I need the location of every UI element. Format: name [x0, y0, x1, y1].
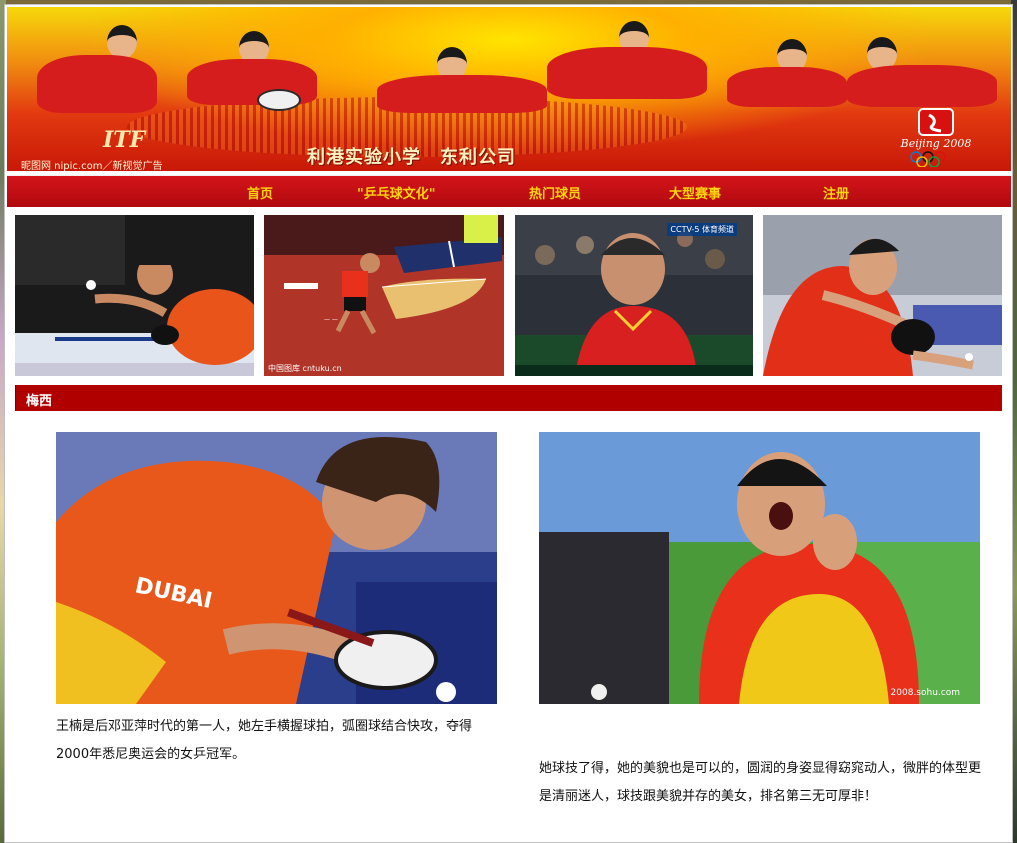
banner-caption: 利港实验小学 东利公司 — [307, 147, 516, 168]
banner-player-head — [107, 25, 137, 59]
banner-player — [727, 67, 847, 107]
thumbnail-coach[interactable]: CCTV-5 体育频道 — [515, 215, 753, 376]
thumbnail-player-serve[interactable] — [15, 215, 254, 376]
banner-paddle — [257, 89, 301, 111]
nav-culture[interactable]: "乒乓球文化" — [357, 183, 436, 202]
banner-player — [547, 47, 707, 99]
thumbnail-image: — — — [264, 215, 504, 376]
player-photo-left: DUBAI — [56, 432, 497, 704]
thumbnail-image — [15, 215, 254, 376]
nav-register[interactable]: 注册 — [823, 183, 849, 202]
nav-hot-players[interactable]: 热门球员 — [529, 183, 581, 202]
player-description-left: 王楠是后邓亚萍时代的第一人，她左手横握球拍，弧圈球结合快攻，夺得2000年悉尼奥… — [56, 719, 473, 762]
banner-player — [37, 55, 157, 113]
header-banner: ITF 昵图网 nipic.com／新视觉广告 利港实验小学 东利公司 Beij… — [7, 7, 1011, 171]
player-photo-right: 2008.sohu.com — [539, 432, 980, 704]
thumbnail-player-return[interactable] — [763, 215, 1002, 376]
olympic-text: Beijing 2008 — [900, 137, 972, 150]
nav-events[interactable]: 大型赛事 — [669, 183, 721, 202]
section-header: 梅西 — [15, 385, 1002, 411]
ittf-logo: ITF — [103, 127, 146, 153]
cctv-logo: CCTV-5 体育频道 — [667, 223, 737, 236]
banner-watermark: 昵图网 nipic.com／新视觉广告 — [21, 161, 163, 171]
main-nav: 首页 "乒乓球文化" 热门球员 大型赛事 注册 — [7, 175, 1011, 207]
thumbnail-image — [515, 215, 753, 376]
nav-home[interactable]: 首页 — [247, 183, 273, 202]
thumbnail-caption: 中国图库 cntuku.cn — [268, 364, 342, 373]
page-container: ITF 昵图网 nipic.com／新视觉广告 利港实验小学 东利公司 Beij… — [4, 4, 1013, 843]
thumbnail-match-court[interactable]: — — 中国图库 cntuku.cn — [264, 215, 504, 376]
photo-watermark: 2008.sohu.com — [890, 688, 960, 698]
beijing-olympic-logo: Beijing 2008 — [900, 108, 972, 167]
photo-image — [539, 432, 980, 704]
section-title: 梅西 — [26, 394, 53, 409]
player-description-right: 她球技了得，她的美貌也是可以的，圆润的身姿显得窈窕动人，微胖的体型更是清丽迷人，… — [539, 761, 982, 804]
thumbnail-image — [763, 215, 1002, 376]
banner-player — [847, 65, 997, 107]
banner-player — [377, 75, 547, 113]
photo-image: DUBAI — [56, 432, 497, 704]
svg-text:— —: — — — [324, 316, 338, 323]
